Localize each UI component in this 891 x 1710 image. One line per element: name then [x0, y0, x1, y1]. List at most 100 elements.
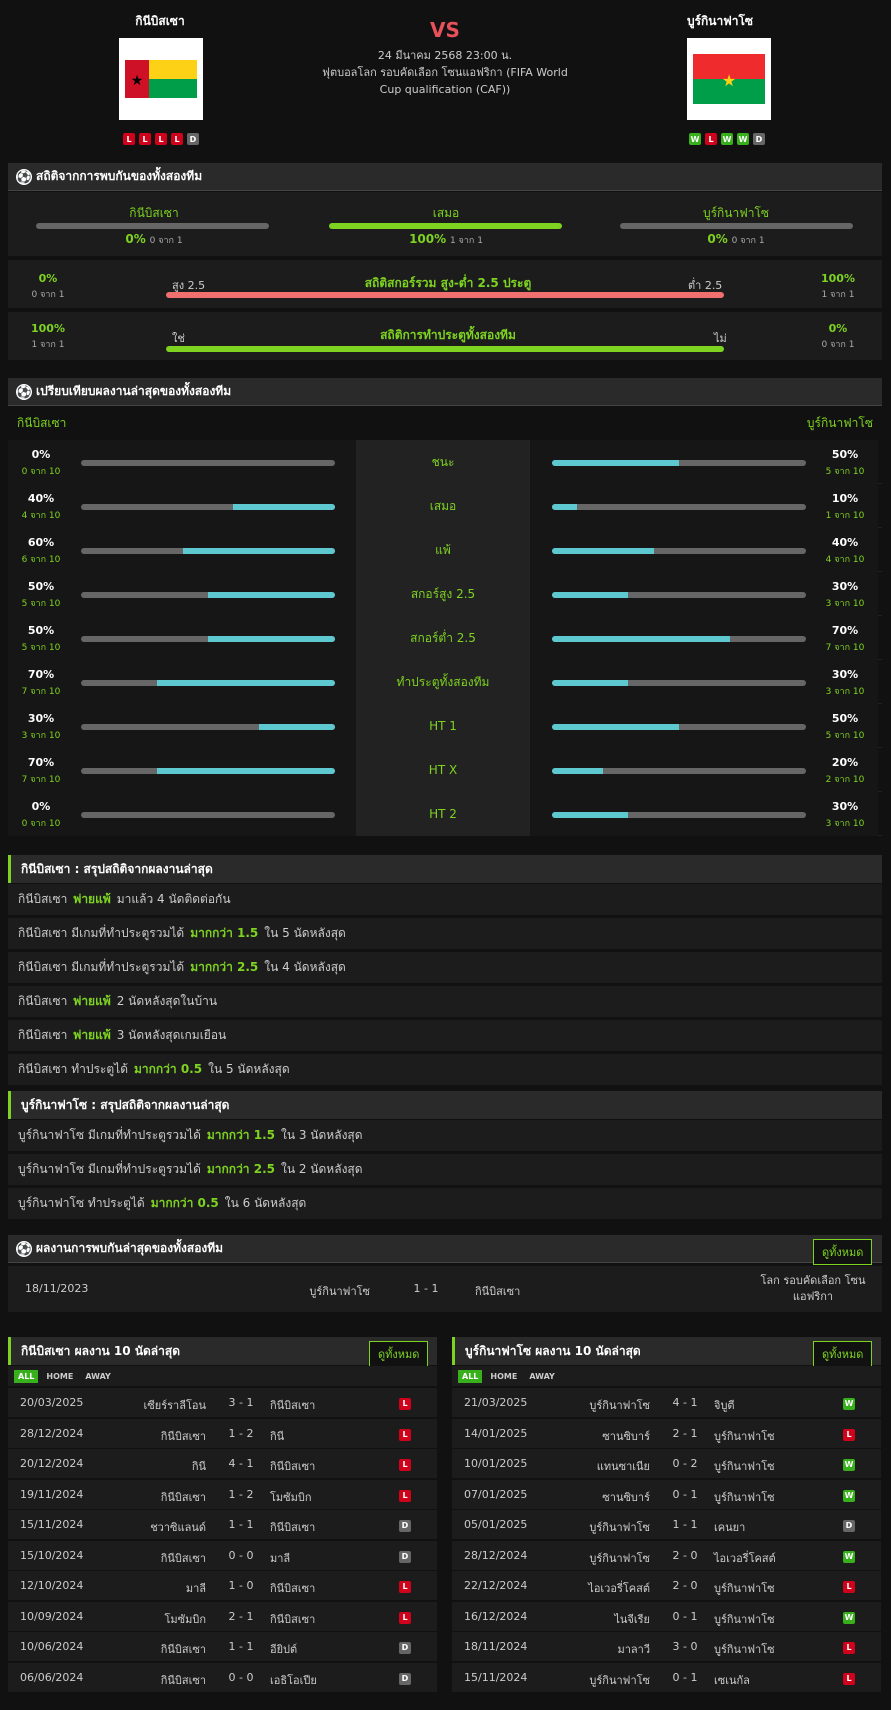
match-row[interactable]: 15/11/2024 บูร์กินาฟาโซ 0 - 1 เซเนกัล L	[452, 1662, 881, 1693]
home-summary-header: กินีบิสเซา : สรุปสถิติจากผลงานล่าสุด	[8, 855, 882, 883]
h2h-results-header: ⚽ ผลงานการพบกันล่าสุดของทั้งสองทีม	[8, 1235, 882, 1263]
home-sub: 7 จาก 10	[21, 775, 61, 785]
match-away: อียิปต์	[270, 1643, 298, 1656]
match-row[interactable]: 19/11/2024 กินีบิสเซา 1 - 2 โมซัมบิก L	[8, 1479, 437, 1510]
home-bar	[81, 680, 335, 686]
summary-highlight: พ่ายแพ้	[73, 1028, 111, 1042]
away-last10-view-all-button[interactable]: ดูทั้งหมด	[813, 1341, 873, 1367]
result-badge: L	[843, 1672, 855, 1685]
away-pct: 70%	[831, 624, 859, 637]
soccer-ball-icon: ⚽	[16, 169, 32, 185]
match-away: เซเนกัล	[714, 1673, 750, 1687]
tab-all[interactable]: ALL	[458, 1370, 483, 1383]
h2h-btts-panel: 100% 1 จาก 1 ใช่ สถิติการทำประตูทั้งสองท…	[8, 312, 882, 360]
match-row[interactable]: 10/06/2024 กินีบิสเซา 1 - 1 อียิปต์ D	[8, 1632, 437, 1662]
match-row[interactable]: 10/01/2025 แทนซาเนีย 0 - 2 บูร์กินาฟาโซ W	[452, 1449, 881, 1479]
summary-highlight: มากกว่า 0.5	[134, 1062, 203, 1076]
compare-home-cell: 60% 6 จาก 10	[8, 528, 356, 572]
match-row[interactable]: 12/10/2024 มาลี 1 - 0 กินีบิสเซา L	[8, 1571, 437, 1601]
h2h-view-all-button[interactable]: ดูทั้งหมด	[813, 1239, 873, 1265]
match-row[interactable]: 15/10/2024 กินีบิสเซา 0 - 0 มาลี D	[8, 1540, 437, 1571]
home-bar-fill	[157, 680, 335, 686]
match-home: กินีบิสเซา	[160, 1551, 206, 1565]
home-bar-fill	[208, 592, 335, 598]
home-sub: 5 จาก 10	[21, 599, 61, 609]
away-bar	[552, 768, 806, 774]
summary-row: กินีบิสเซา พ่ายแพ้ 3 นัดหลังสุดเกมเยือน	[8, 1020, 882, 1051]
home-pct: 0%	[31, 448, 51, 461]
match-row[interactable]: 28/12/2024 กินีบิสเซา 1 - 2 กินี L	[8, 1418, 437, 1449]
compare-home-label: กินีบิสเซา	[17, 416, 67, 430]
tab-home[interactable]: HOME	[42, 1370, 77, 1383]
match-row[interactable]: 07/01/2025 ซานซิบาร์ 0 - 1 บูร์กินาฟาโซ W	[452, 1479, 881, 1510]
summary-text: ใน 4 นัดหลังสุด	[264, 960, 346, 974]
home-bar	[81, 504, 335, 510]
match-row[interactable]: 06/06/2024 กินีบิสเซา 0 - 0 เอธิโอเปีย D	[8, 1662, 437, 1693]
match-row[interactable]: 10/09/2024 โมซัมบิก 2 - 1 กินีบิสเซา L	[8, 1601, 437, 1632]
match-row[interactable]: 21/03/2025 บูร์กินาฟาโซ 4 - 1 จิบูตี W	[452, 1388, 881, 1418]
tab-away[interactable]: AWAY	[525, 1370, 559, 1383]
match-row[interactable]: 15/11/2024 ชวาซิแลนด์ 1 - 1 กินีบิสเซา D	[8, 1510, 437, 1540]
summary-row: บูร์กินาฟาโซ ทำประตูได้ มากกว่า 0.5 ใน 6 น…	[8, 1188, 882, 1219]
match-row[interactable]: 20/12/2024 กินี 4 - 1 กินีบิสเซา L	[8, 1449, 437, 1479]
away-bar	[552, 592, 806, 598]
h2h-away-label: บูร์กินาฟาโซ	[702, 206, 770, 220]
home-bar	[81, 460, 335, 466]
soccer-ball-icon: ⚽	[16, 384, 32, 400]
match-row[interactable]: 05/01/2025 บูร์กินาฟาโซ 1 - 1 เคนยา D	[452, 1510, 881, 1540]
tab-away[interactable]: AWAY	[81, 1370, 115, 1383]
result-badge: L	[399, 1459, 411, 1471]
home-sub: 7 จาก 10	[21, 687, 61, 697]
match-row[interactable]: 18/11/2024 มาลาวี 3 - 0 บูร์กินาฟาโซ L	[452, 1632, 881, 1662]
h2h-result-row[interactable]: 18/11/2023 บูร์กินาฟาโซ 1 - 1 กินีบิสเซา…	[8, 1266, 882, 1312]
away-sub: 4 จาก 10	[825, 555, 865, 565]
away-sub: 2 จาก 10	[825, 775, 865, 785]
h2h-draw-bar	[329, 223, 562, 229]
away-bar	[552, 504, 806, 510]
away-bar-fill	[552, 460, 679, 466]
ou-bar	[166, 292, 724, 298]
home-sub: 4 จาก 10	[21, 511, 61, 521]
match-row[interactable]: 22/12/2024 ไอเวอรี่โคสต์ 2 - 0 บูร์กินาฟาโซ…	[452, 1571, 881, 1601]
match-away: จิบูตี	[714, 1399, 735, 1412]
match-away: บูร์กินาฟาโซ	[714, 1460, 775, 1473]
match-home: ชวาซิแลนด์	[150, 1521, 206, 1534]
summary-text: กินีบิสเซา มีเกมที่ทำประตูรวมได้	[18, 960, 185, 974]
home-team-name[interactable]: กินีบิสเซา	[70, 12, 250, 31]
match-date: 10/09/2024	[20, 1609, 84, 1623]
match-row[interactable]: 20/03/2025 เซียร์ราลีโอน 3 - 1 กินีบิสเซา L	[8, 1388, 437, 1418]
match-date: 16/12/2024	[464, 1609, 528, 1623]
match-home: กินีบิสเซา	[160, 1429, 206, 1443]
compare-home-cell: 0% 0 จาก 10	[8, 792, 356, 836]
match-score: 4 - 1	[228, 1457, 254, 1470]
tab-all[interactable]: ALL	[14, 1370, 39, 1383]
match-home: กินีบิสเซา	[160, 1673, 206, 1687]
match-score: 1 - 0	[228, 1579, 254, 1592]
away-bar-fill	[552, 636, 730, 642]
ou-title: สถิติสกอร์รวม สูง-ต่ำ 2.5 ประตู	[364, 276, 532, 290]
h2h-away: กินีบิสเซา	[475, 1285, 521, 1298]
match-row[interactable]: 14/01/2025 ซานซิบาร์ 2 - 1 บูร์กินาฟาโซ L	[452, 1418, 881, 1449]
result-badge: L	[399, 1398, 411, 1410]
match-row[interactable]: 28/12/2024 บูร์กินาฟาโซ 2 - 0 ไอเวอรี่โคสต์…	[452, 1540, 881, 1571]
section-title: สถิติจากการพบกันของทั้งสองทีม	[36, 169, 203, 183]
match-row[interactable]: 16/12/2024 ไนจีเรีย 0 - 1 บูร์กินาฟาโซ W	[452, 1601, 881, 1632]
match-home: เซียร์ราลีโอน	[143, 1399, 206, 1412]
away-sub: 5 จาก 10	[825, 731, 865, 741]
match-away: กินีบิสเซา	[270, 1399, 316, 1412]
compare-away-cell: 30% 3 จาก 10	[530, 572, 878, 616]
h2h-home-sub: 0 จาก 1	[149, 236, 183, 246]
guinea-bissau-flag-icon: ★	[125, 60, 197, 98]
summary-row: กินีบิสเซา พ่ายแพ้ 2 นัดหลังสุดในบ้าน	[8, 986, 882, 1017]
compare-row: 0% 0 จาก 10 ชนะ 50% 5 จาก 10	[8, 440, 882, 484]
tab-home[interactable]: HOME	[486, 1370, 521, 1383]
home-flag: ★	[119, 38, 203, 120]
home-last10-view-all-button[interactable]: ดูทั้งหมด	[369, 1341, 429, 1367]
result-badge: D	[399, 1550, 411, 1563]
compare-label: เสมอ	[356, 484, 530, 528]
away-team-name[interactable]: บูร์กินาฟาโซ	[630, 12, 810, 31]
h2h-score: 1 - 1	[413, 1282, 439, 1295]
summary-highlight: มากกว่า 2.5	[206, 1162, 275, 1176]
home-bar	[81, 768, 335, 774]
match-away: โมซัมบิก	[270, 1490, 312, 1504]
